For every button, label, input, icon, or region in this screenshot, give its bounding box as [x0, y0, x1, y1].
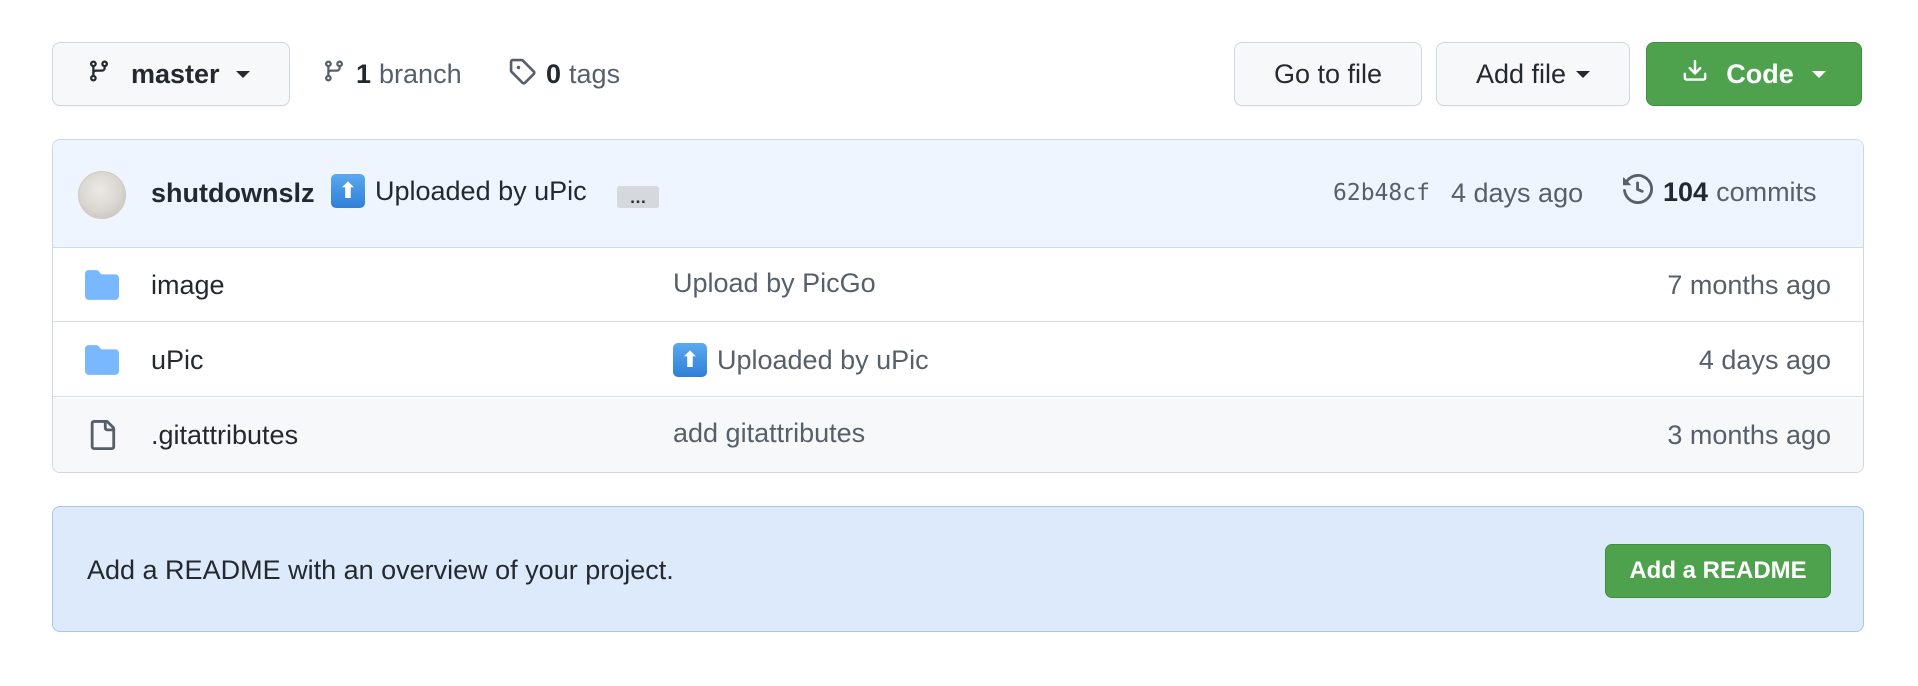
commit-sha[interactable]: 62b48cf [1333, 180, 1430, 206]
tags-link[interactable]: 0 tags [508, 42, 620, 106]
git-branch-icon [87, 57, 111, 92]
table-row: image Upload by PicGo 7 months ago [53, 248, 1863, 322]
latest-commit-bar: shutdownslz ⬆ Uploaded by uPic … 62b48cf… [53, 140, 1863, 248]
branch-select-button[interactable]: master [52, 42, 290, 106]
add-file-label: Add file [1475, 58, 1567, 89]
history-icon [1623, 173, 1654, 211]
readme-prompt: Add a README with an overview of your pr… [87, 555, 674, 585]
file-commit-age: 4 days ago [1698, 345, 1831, 375]
file-name-link[interactable]: image [151, 270, 225, 301]
file-commit-age: 7 months ago [1667, 270, 1831, 300]
repo-toolbar: master 1 branch 0 tags Go to file Add fi… [52, 42, 1862, 106]
file-commit-message[interactable]: Upload by PicGo [673, 268, 876, 299]
branch-word: branch [379, 58, 462, 89]
folder-icon [85, 270, 119, 300]
commit-expand-button[interactable]: … [617, 186, 659, 208]
commits-link[interactable]: 104 commits [1623, 173, 1817, 211]
branch-name: master [131, 58, 220, 89]
branch-count: 1 [356, 58, 372, 89]
tag-icon [508, 57, 536, 92]
file-commit-message-text: add gitattributes [673, 418, 866, 448]
code-button[interactable]: Code [1646, 42, 1862, 106]
commit-message[interactable]: ⬆ Uploaded by uPic [331, 174, 587, 208]
chevron-down-icon [1811, 70, 1826, 78]
commit-count: 104 [1663, 176, 1709, 207]
up-arrow-emoji-icon: ⬆ [673, 343, 707, 377]
tags-count: 0 [546, 58, 562, 89]
add-file-button[interactable]: Add file [1436, 42, 1630, 106]
commit-author[interactable]: shutdownslz [151, 178, 315, 209]
file-commit-age: 3 months ago [1667, 420, 1831, 450]
chevron-down-icon [1576, 70, 1591, 78]
git-branch-icon [322, 57, 346, 92]
table-row: uPic ⬆ Uploaded by uPic 4 days ago [53, 323, 1863, 397]
commit-message-text: Uploaded by uPic [375, 175, 587, 206]
download-icon [1682, 57, 1708, 92]
chevron-down-icon [235, 70, 250, 78]
up-arrow-emoji-icon: ⬆ [331, 174, 365, 208]
commit-word: commits [1716, 176, 1817, 207]
tags-word: tags [569, 58, 621, 89]
file-commit-message[interactable]: ⬆ Uploaded by uPic [673, 343, 929, 377]
branches-link[interactable]: 1 branch [322, 42, 462, 106]
add-readme-button[interactable]: Add a README [1605, 544, 1831, 598]
file-name-link[interactable]: uPic [151, 345, 204, 376]
folder-icon [85, 345, 119, 375]
go-to-file-button[interactable]: Go to file [1234, 42, 1422, 106]
file-name-link[interactable]: .gitattributes [151, 420, 298, 451]
table-row: .gitattributes add gitattributes 3 month… [53, 398, 1863, 472]
readme-banner: Add a README with an overview of your pr… [52, 506, 1864, 632]
file-icon [85, 420, 119, 450]
file-list: shutdownslz ⬆ Uploaded by uPic … 62b48cf… [52, 139, 1864, 473]
code-label: Code [1726, 58, 1794, 89]
file-commit-message[interactable]: add gitattributes [673, 418, 865, 449]
commit-age: 4 days ago [1451, 178, 1584, 208]
file-commit-message-text: Uploaded by uPic [717, 344, 929, 375]
file-commit-message-text: Upload by PicGo [673, 268, 876, 298]
avatar[interactable] [78, 171, 126, 219]
